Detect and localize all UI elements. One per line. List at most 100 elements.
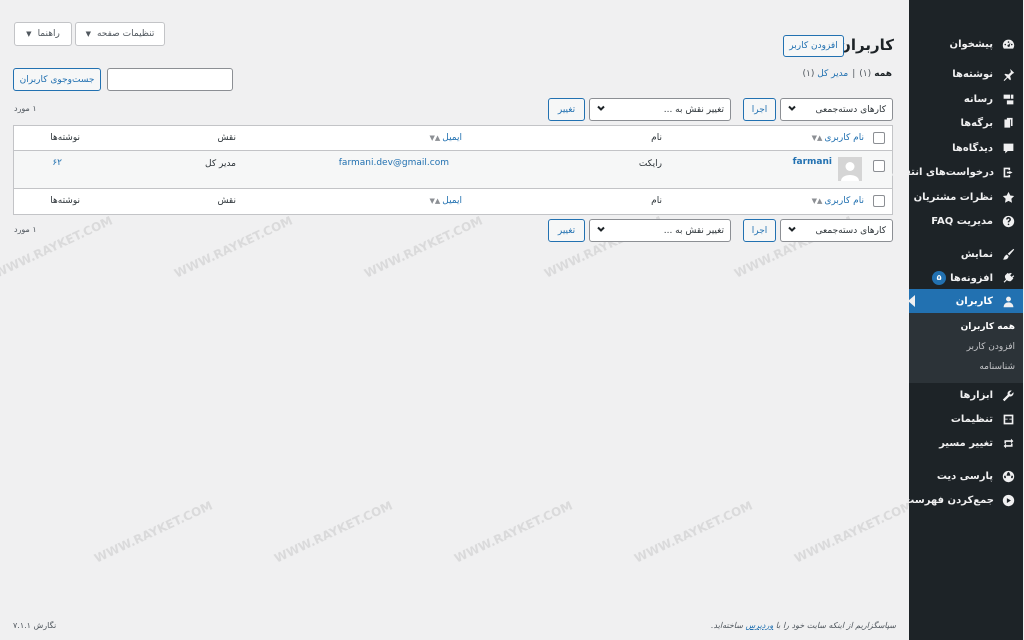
sidebar-item-user[interactable]: کاربران	[909, 289, 1024, 313]
watermark-text: WWW.RAYKET.COM	[0, 213, 116, 281]
filter-all-label: همه	[875, 69, 893, 79]
chevron-down-icon	[597, 103, 607, 116]
sidebar-item-plugin[interactable]: افزونه‌ها ۵	[910, 266, 1024, 290]
bulk-apply-button-bottom[interactable]: اجرا	[744, 219, 777, 242]
sidebar-item-label: افزونه‌ها	[951, 272, 994, 284]
dashboard-icon	[1002, 37, 1016, 51]
bulk-apply-button[interactable]: اجرا	[744, 98, 777, 121]
sidebar-item-label: مدیریت FAQ	[932, 215, 994, 227]
column-posts: نوشته‌ها	[51, 133, 81, 143]
media-icon	[1002, 92, 1016, 106]
footer-thanks: سپاسگزاریم از اینکه سایت خود را با وردپر…	[712, 621, 897, 630]
sidebar-item-pin[interactable]: نوشته‌ها	[910, 62, 1024, 86]
sidebar-item-brush[interactable]: نمایش	[910, 242, 1024, 266]
sort-icon: ▲▼	[812, 197, 824, 205]
footer-text-after: ساخته‌اید.	[711, 621, 744, 630]
bulk-actions-select-bottom[interactable]: کارهای دسته‌جمعی	[781, 219, 894, 242]
sidebar-item-help[interactable]: مدیریت FAQ	[910, 209, 1024, 233]
user-search-input[interactable]	[108, 68, 234, 91]
column-username-footer[interactable]: نام کاربری▲▼	[813, 196, 865, 206]
help-button[interactable]: راهنما ▼	[15, 22, 73, 46]
sidebar-item-exit[interactable]: درخواست‌های انتقال	[893, 160, 1024, 184]
sidebar-item-label: درخواست‌های انتقال	[892, 166, 995, 178]
sidebar-item-label: نظرات مشتریان	[914, 191, 994, 203]
chevron-down-icon	[788, 224, 798, 237]
caret-down-icon: ▼	[27, 30, 33, 38]
sidebar-item-wrench[interactable]: ابزارها	[910, 383, 1024, 407]
page-title: کاربران	[839, 36, 895, 54]
items-count-bottom: ۱ مورد	[15, 225, 38, 234]
filter-admin-count: (۱)	[803, 69, 816, 79]
admin-sidebar: همه کاربران افزودن کاربر شناسنامه پیشخوا…	[893, 0, 1024, 640]
sidebar-item-settings[interactable]: تنظیمات	[910, 407, 1024, 431]
change-role-button[interactable]: تغییر	[549, 98, 586, 121]
sidebar-item-label: ابزارها	[960, 389, 994, 401]
column-email[interactable]: ایمیل▲▼	[430, 133, 463, 143]
watermark-text: WWW.RAYKET.COM	[363, 213, 486, 281]
sidebar-item-comment[interactable]: دیدگاه‌ها	[910, 136, 1024, 160]
collapse-icon	[1003, 493, 1016, 507]
sidebar-item-redirect[interactable]: تغییر مسیر	[910, 431, 1024, 455]
footer-version: نگارش ۷.۱.۱	[14, 621, 58, 630]
update-count-badge: ۵	[933, 271, 948, 285]
sidebar-item-pages[interactable]: برگه‌ها	[910, 111, 1024, 135]
sidebar-item-dashboard[interactable]: پیشخوان	[910, 32, 1024, 56]
sidebar-item-label: دیدگاه‌ها	[953, 142, 994, 154]
sidebar-item-media[interactable]: رسانه	[910, 87, 1024, 111]
search-users-button[interactable]: جست‌وجوی کاربران	[14, 68, 102, 91]
bulk-actions-value: کارهای دسته‌جمعی	[816, 225, 887, 236]
sidebar-item-label: تنظیمات	[951, 413, 994, 425]
items-count: ۱ مورد	[15, 104, 38, 113]
brush-icon	[1002, 247, 1016, 261]
sidebar-item-label: رسانه	[964, 93, 994, 105]
wrench-icon	[1002, 388, 1016, 402]
chevron-down-icon	[597, 224, 607, 237]
users-table: نام کاربری▲▼ نام ایمیل▲▼ نقش نوشته‌ها fa…	[14, 125, 894, 215]
sidebar-item-globe[interactable]: پارسی دیت	[910, 464, 1024, 488]
sidebar-item-collapse[interactable]: جمع‌کردن فهرست	[905, 488, 1024, 512]
screen-options-button[interactable]: تنظیمات صفحه ▼	[76, 22, 166, 46]
sidebar-item-star[interactable]: نظرات مشتریان	[910, 185, 1024, 209]
watermark-text: WWW.RAYKET.COM	[273, 498, 396, 566]
column-username[interactable]: نام کاربری▲▼	[813, 133, 865, 143]
filter-admin-label: مدیر کل	[818, 69, 850, 79]
column-role-footer: نقش	[218, 196, 237, 206]
watermark-text: WWW.RAYKET.COM	[453, 498, 576, 566]
sidebar-item-label: پارسی دیت	[937, 470, 994, 482]
pin-icon	[1002, 67, 1016, 81]
submenu-all-users[interactable]: همه کاربران	[962, 322, 1016, 332]
sort-icon: ▲▼	[430, 197, 442, 205]
help-icon	[1002, 214, 1016, 228]
sort-icon: ▲▼	[812, 134, 824, 142]
footer-wordpress-link[interactable]: وردپرس	[746, 621, 774, 630]
watermark-text: WWW.RAYKET.COM	[793, 498, 916, 566]
filter-administrator[interactable]: مدیر کل (۱)	[803, 69, 849, 79]
submenu-add-user[interactable]: افزودن کاربر	[968, 342, 1016, 352]
column-name: نام	[652, 133, 663, 143]
column-email-footer[interactable]: ایمیل▲▼	[430, 196, 463, 206]
sidebar-item-label: نمایش	[961, 248, 994, 260]
change-role-select[interactable]: تغییر نقش به ...	[590, 98, 732, 121]
row-username-link[interactable]: farmani	[794, 157, 833, 167]
screen-options-label: تنظیمات صفحه	[97, 29, 156, 39]
bulk-actions-select[interactable]: کارهای دسته‌جمعی	[781, 98, 894, 121]
add-new-user-button[interactable]: افزودن کاربر	[784, 35, 845, 57]
row-checkbox[interactable]	[874, 160, 886, 172]
select-all-checkbox[interactable]	[874, 132, 886, 144]
change-role-button-bottom[interactable]: تغییر	[549, 219, 586, 242]
column-email-label: ایمیل	[443, 133, 463, 143]
submenu-profile[interactable]: شناسنامه	[980, 362, 1016, 372]
change-role-select-bottom[interactable]: تغییر نقش به ...	[590, 219, 732, 242]
sort-icon: ▲▼	[430, 134, 442, 142]
caret-down-icon: ▼	[86, 30, 92, 38]
row-email-link[interactable]: farmani.dev@gmail.com	[340, 158, 450, 168]
filter-separator: |	[853, 69, 857, 79]
sidebar-item-label: نوشته‌ها	[953, 68, 994, 80]
star-icon	[1002, 190, 1016, 204]
row-posts-link[interactable]: ۶۲	[53, 158, 63, 168]
user-icon	[1002, 294, 1016, 308]
pages-icon	[1002, 116, 1016, 130]
avatar	[839, 157, 863, 181]
filter-all[interactable]: همه (۱)	[860, 69, 893, 79]
select-all-checkbox-footer[interactable]	[874, 195, 886, 207]
